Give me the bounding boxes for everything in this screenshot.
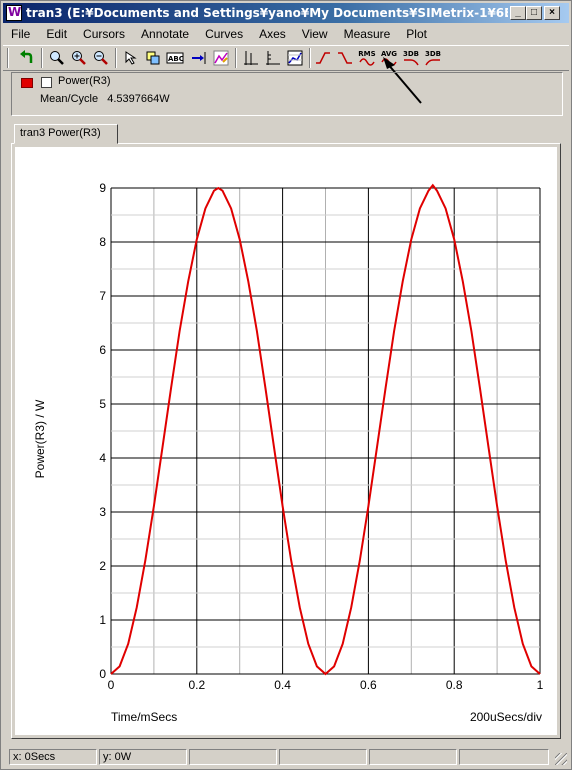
toolbar-separator [41, 48, 43, 68]
toolbar: ABC RMS AVG 3DB 3DB [3, 45, 569, 71]
menu-axes[interactable]: Axes [249, 27, 292, 41]
title-bar[interactable]: W tran3 (E:¥Documents and Settings¥yano¥… [3, 3, 569, 23]
x-tick-label: 0.4 [274, 678, 291, 692]
duplicate-curve-icon[interactable] [143, 49, 163, 67]
x-tick-label: 0.8 [446, 678, 463, 692]
status-cell-6 [459, 749, 549, 765]
status-bar: x: 0Secs y: 0W [3, 747, 569, 767]
measurement-readout: Mean/Cycle 4.5397664W [40, 93, 170, 105]
y-tick-label: 8 [99, 235, 106, 249]
legend-panel: Power(R3) Mean/Cycle 4.5397664W [11, 72, 563, 116]
trace-color-swatch[interactable] [21, 78, 33, 88]
trace-name-label[interactable]: Power(R3) [58, 75, 111, 87]
x-tick-label: 0 [108, 678, 115, 692]
power-chart[interactable]: 0 1 2 3 4 5 6 7 8 9 0 0.2 0.4 0.6 0.8 1 Power(R3) / W T… [15, 147, 557, 735]
x-division-label: 200uSecs/div [470, 710, 542, 724]
auto-scale-icon[interactable] [285, 49, 305, 67]
zoom-box-icon[interactable] [47, 49, 67, 67]
menu-plot[interactable]: Plot [396, 27, 433, 41]
y-tick-label: 1 [99, 613, 106, 627]
resize-grip[interactable] [555, 753, 567, 765]
fall-time-icon[interactable] [335, 49, 355, 67]
pointer-curve-icon[interactable] [121, 49, 141, 67]
trace-select-checkbox[interactable] [41, 77, 52, 88]
tab-tran3-power[interactable]: tran3 Power(R3) [14, 124, 118, 144]
y-tick-label: 2 [99, 559, 106, 573]
y-tick-label: 3 [99, 505, 106, 519]
minimize-button[interactable]: _ [510, 6, 526, 20]
menu-annotate[interactable]: Annotate [131, 27, 195, 41]
status-cell-5 [369, 749, 457, 765]
toolbar-separator [309, 48, 311, 68]
toolbar-separator [7, 48, 9, 68]
x-tick-label: 1 [537, 678, 544, 692]
menu-cursors[interactable]: Cursors [73, 27, 131, 41]
plot-area[interactable]: 0 1 2 3 4 5 6 7 8 9 0 0.2 0.4 0.6 0.8 1 Power(R3) / W T… [15, 147, 557, 735]
y-tick-label: 9 [99, 181, 106, 195]
curve-style-icon[interactable] [211, 49, 231, 67]
menu-measure[interactable]: Measure [334, 27, 397, 41]
simetrix-app-icon[interactable]: W [6, 5, 22, 21]
x-tick-label: 0.2 [188, 678, 205, 692]
close-button[interactable]: × [544, 6, 560, 20]
zoom-in-icon[interactable] [69, 49, 89, 67]
maximize-button[interactable]: □ [526, 6, 542, 20]
window-title: tran3 (E:¥Documents and Settings¥yano¥My… [26, 6, 508, 20]
status-cell-4 [279, 749, 367, 765]
y-axis-label: Power(R3) / W [33, 399, 47, 478]
status-cell-3 [189, 749, 277, 765]
new-grid-icon[interactable] [241, 49, 261, 67]
toolbar-separator [235, 48, 237, 68]
y-tick-label: 4 [99, 451, 106, 465]
move-to-grid-icon[interactable] [189, 49, 209, 67]
menu-curves[interactable]: Curves [195, 27, 249, 41]
annotate-text-icon[interactable]: ABC [165, 49, 185, 67]
toolbar-separator [115, 48, 117, 68]
new-axis-icon[interactable] [263, 49, 283, 67]
x-axis-label: Time/mSecs [111, 710, 177, 724]
menu-bar: File Edit Cursors Annotate Curves Axes V… [3, 24, 433, 44]
x-tick-label: 0.6 [360, 678, 377, 692]
y-tick-label: 0 [99, 667, 106, 681]
rise-time-icon[interactable] [313, 49, 333, 67]
y-tick-label: 5 [99, 397, 106, 411]
y-tick-label: 7 [99, 289, 106, 303]
status-y-readout: y: 0W [99, 749, 187, 765]
status-x-readout: x: 0Secs [9, 749, 97, 765]
undo-icon[interactable] [17, 49, 37, 67]
menu-edit[interactable]: Edit [36, 27, 73, 41]
menu-file[interactable]: File [3, 27, 36, 41]
main-window: W tran3 (E:¥Documents and Settings¥yano¥… [0, 0, 572, 770]
y-tick-label: 6 [99, 343, 106, 357]
svg-text:ABC: ABC [168, 55, 184, 63]
zoom-out-icon[interactable] [91, 49, 111, 67]
menu-view[interactable]: View [292, 27, 334, 41]
